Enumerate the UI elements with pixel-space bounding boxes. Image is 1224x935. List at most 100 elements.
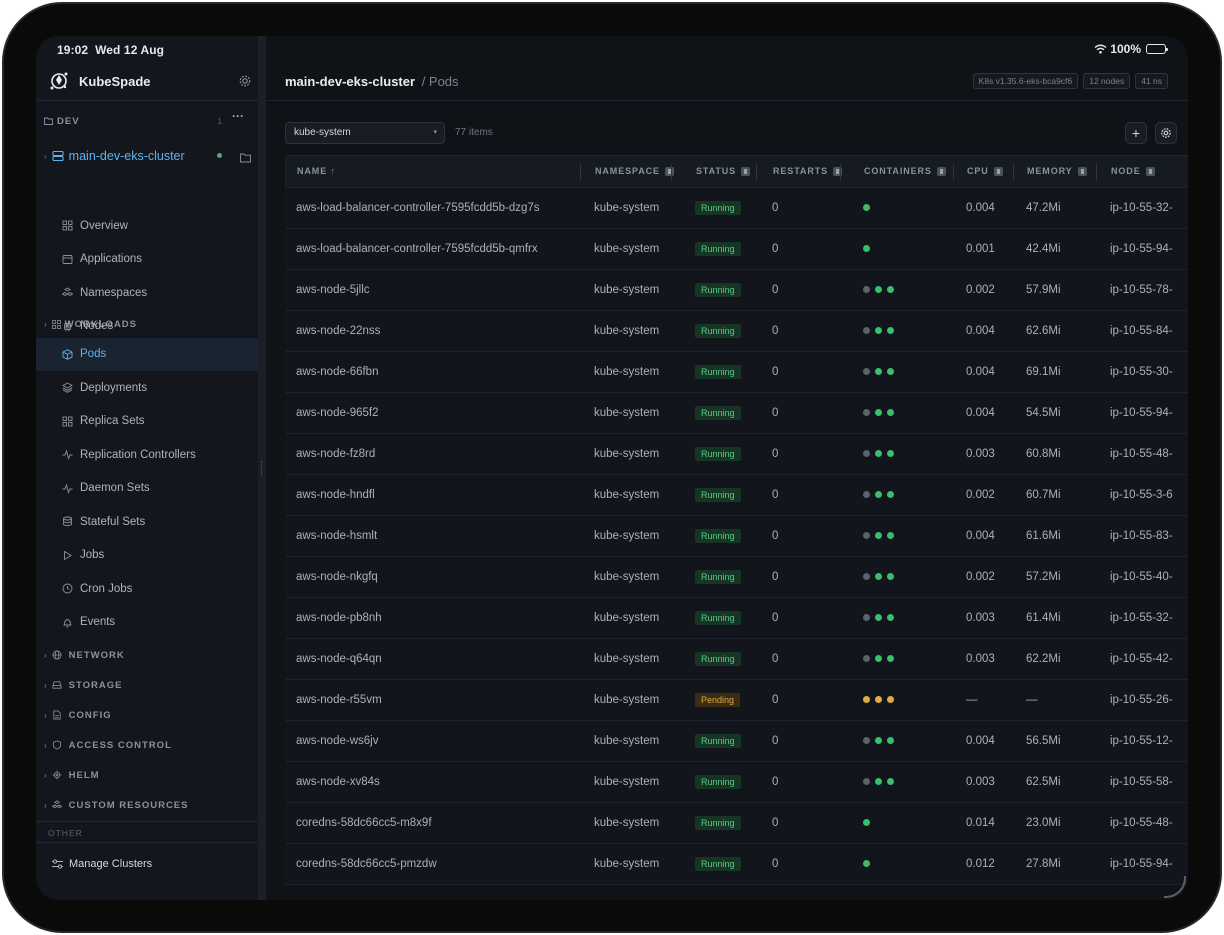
pod-namespace: kube-system xyxy=(594,694,660,706)
pod-restarts: 0 xyxy=(772,284,779,296)
container-dot xyxy=(887,491,894,498)
pod-cpu: 0.012 xyxy=(966,858,995,870)
column-resizer[interactable] xyxy=(671,164,672,180)
pod-name: aws-node-r55vm xyxy=(296,694,382,706)
column-resizer[interactable] xyxy=(840,164,841,180)
sidebar-item-applications[interactable]: Applications xyxy=(36,243,258,276)
column-header-status[interactable]: STATUS xyxy=(696,156,751,187)
table-row[interactable]: aws-node-nkgfq kube-system Running 0 0.002 57… xyxy=(285,557,1188,598)
section-label: HELM xyxy=(68,769,100,781)
section-network[interactable]: › NETWORK xyxy=(44,647,125,663)
group-more-button[interactable]: ··· xyxy=(232,109,244,123)
table-header: NAME ↑ NAMESPACE STATUS RESTARTS CONTAINERS C… xyxy=(285,155,1188,188)
section-config[interactable]: › CONFIG xyxy=(44,707,112,723)
filter-icon[interactable] xyxy=(936,167,946,176)
pod-namespace: kube-system xyxy=(594,653,660,665)
sidebar-divider xyxy=(36,821,258,822)
namespace-select[interactable]: kube-system ▾ xyxy=(285,122,445,144)
column-resizer[interactable] xyxy=(756,164,757,180)
section-label: CONFIG xyxy=(68,709,112,721)
manage-clusters-label: Manage Clusters xyxy=(69,858,153,870)
pod-restarts: 0 xyxy=(772,530,779,542)
filter-icon[interactable] xyxy=(1077,167,1087,176)
section-custom-resources[interactable]: › CUSTOM RESOURCES xyxy=(44,797,188,813)
table-row[interactable]: aws-node-hsmlt kube-system Running 0 0.004 61… xyxy=(285,516,1188,557)
folder-action-icon[interactable] xyxy=(240,150,251,168)
column-resizer[interactable] xyxy=(1013,164,1014,180)
pod-namespace: kube-system xyxy=(594,243,660,255)
table-settings-button[interactable] xyxy=(1155,122,1177,144)
add-resource-button[interactable]: + xyxy=(1125,122,1147,144)
file-icon xyxy=(53,710,61,720)
sidebar-item-deployments[interactable]: Deployments xyxy=(36,371,258,404)
column-header-namespace[interactable]: NAMESPACE xyxy=(595,156,674,187)
table-row[interactable]: aws-node-fz8rd kube-system Running 0 0.003 60… xyxy=(285,434,1188,475)
sidebar-item-stateful-sets[interactable]: Stateful Sets xyxy=(36,505,258,538)
sidebar-item-jobs[interactable]: Jobs xyxy=(36,539,258,572)
column-resizer[interactable] xyxy=(953,164,954,180)
section-access-control[interactable]: › ACCESS CONTROL xyxy=(44,737,172,753)
cluster-badges: K8s v1.35.6-eks-bca9cf6 12 nodes 41 ns xyxy=(972,73,1168,89)
container-dot xyxy=(863,532,870,539)
container-dot xyxy=(875,614,882,621)
grid-icon xyxy=(62,416,73,426)
pod-restarts: 0 xyxy=(772,202,779,214)
sidebar-item-cron-jobs[interactable]: Cron Jobs xyxy=(36,572,258,605)
sidebar-item-namespaces[interactable]: Namespaces xyxy=(36,276,258,309)
filter-icon[interactable] xyxy=(741,167,751,176)
chevron-down-icon: ▾ xyxy=(433,129,437,136)
nodes-badge: 12 nodes xyxy=(1083,73,1131,89)
resize-handle-icon[interactable] xyxy=(261,461,263,475)
sidebar-item-daemon-sets[interactable]: Daemon Sets xyxy=(36,472,258,505)
table-row[interactable]: aws-node-hndfl kube-system Running 0 0.002 60… xyxy=(285,475,1188,516)
section-storage[interactable]: › STORAGE xyxy=(44,677,122,693)
table-row[interactable]: aws-node-ws6jv kube-system Running 0 0.004 56… xyxy=(285,721,1188,762)
pod-name: aws-node-ws6jv xyxy=(296,735,379,747)
sidebar-item-pods[interactable]: Pods xyxy=(36,337,258,371)
sidebar-item-events[interactable]: Events xyxy=(36,606,258,639)
table-row[interactable]: aws-node-xv84s kube-system Running 0 0.003 62… xyxy=(285,762,1188,803)
column-resizer[interactable] xyxy=(580,164,581,180)
manage-clusters-button[interactable]: Manage Clusters xyxy=(52,858,152,870)
column-resizer[interactable] xyxy=(1096,164,1097,180)
table-row[interactable]: coredns-58dc66cc5-pmzdw kube-system Runnin… xyxy=(285,844,1188,885)
filter-icon[interactable] xyxy=(664,167,674,176)
container-status xyxy=(863,614,894,621)
table-row[interactable]: aws-node-q64qn kube-system Running 0 0.003 62… xyxy=(285,639,1188,680)
filter-icon[interactable] xyxy=(1145,167,1155,176)
sidebar-item-replication-controllers[interactable]: Replication Controllers xyxy=(36,438,258,471)
filter-icon[interactable] xyxy=(993,167,1003,176)
table-row[interactable]: aws-node-5jllc kube-system Running 0 0.002 57… xyxy=(285,270,1188,311)
pod-node: ip-10-55-84- xyxy=(1110,325,1173,337)
column-header-cpu[interactable]: CPU xyxy=(967,156,1003,187)
column-header-name[interactable]: NAME ↑ xyxy=(297,156,336,187)
table-row[interactable]: aws-load-balancer-controller-7595fcdd5b-… xyxy=(285,188,1188,229)
column-header-memory[interactable]: MEMORY xyxy=(1027,156,1087,187)
pod-node: ip-10-55-3-6 xyxy=(1110,489,1173,501)
pod-node: ip-10-55-12- xyxy=(1110,735,1173,747)
column-header-containers[interactable]: CONTAINERS xyxy=(864,156,946,187)
table-row[interactable]: aws-node-66fbn kube-system Running 0 0.004 69… xyxy=(285,352,1188,393)
settings-gear-icon[interactable] xyxy=(238,74,252,88)
sidebar-item-replica-sets[interactable]: Replica Sets xyxy=(36,405,258,438)
cluster-item[interactable]: › main-dev-eks-cluster xyxy=(44,147,254,165)
table-row[interactable]: aws-node-pb8nh kube-system Running 0 0.003 61… xyxy=(285,598,1188,639)
container-dot xyxy=(875,696,882,703)
globe-icon xyxy=(52,650,62,660)
table-row[interactable]: coredns-58dc66cc5-m8x9f kube-system Runnin… xyxy=(285,803,1188,844)
table-row[interactable]: aws-node-965f2 kube-system Running 0 0.004 54… xyxy=(285,393,1188,434)
sidebar-item-overview[interactable]: Overview xyxy=(36,209,258,242)
pod-cpu: 0.003 xyxy=(966,776,995,788)
container-status xyxy=(863,245,870,252)
pod-memory: 42.4Mi xyxy=(1026,243,1061,255)
cluster-group-dev[interactable]: DEV 1 ··· xyxy=(44,109,244,129)
table-row[interactable]: aws-node-r55vm kube-system Pending 0 — — ip-10… xyxy=(285,680,1188,721)
table-row[interactable]: aws-load-balancer-controller-7595fcdd5b-… xyxy=(285,229,1188,270)
column-header-node[interactable]: NODE xyxy=(1111,156,1155,187)
pod-memory: 69.1Mi xyxy=(1026,366,1061,378)
table-row[interactable]: aws-node-22nss kube-system Running 0 0.004 62… xyxy=(285,311,1188,352)
column-header-restarts[interactable]: RESTARTS xyxy=(773,156,843,187)
section-helm[interactable]: › HELM xyxy=(44,767,100,783)
status-pill: Running xyxy=(695,487,741,502)
container-dot xyxy=(863,450,870,457)
